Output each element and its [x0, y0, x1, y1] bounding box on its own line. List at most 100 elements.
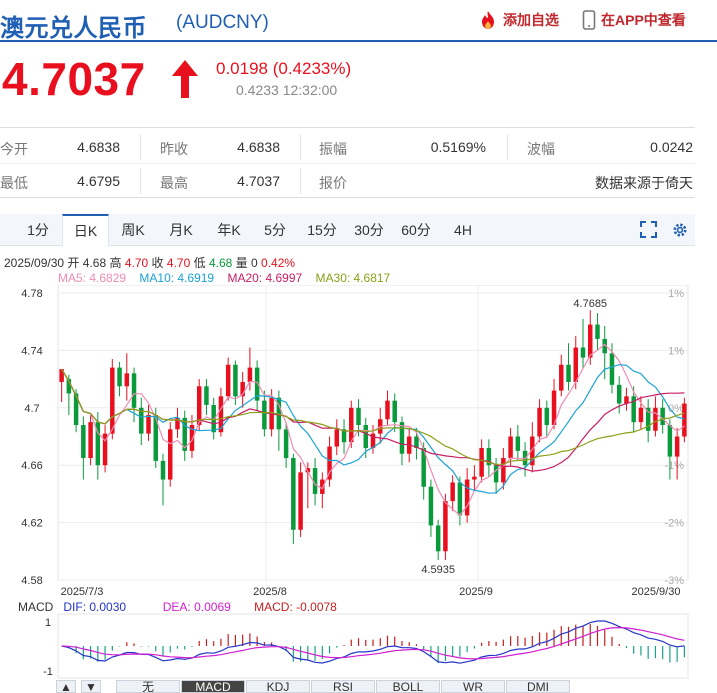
candle-body	[160, 460, 166, 480]
tab-daily[interactable]: 日K	[62, 214, 109, 246]
fullscreen-icon[interactable]	[640, 221, 657, 238]
indicator-tab-dmi[interactable]: DMI	[506, 680, 570, 693]
candle-body	[501, 458, 506, 483]
stat-divider	[300, 134, 301, 160]
stat-divider	[507, 134, 508, 160]
candle-body	[233, 364, 238, 397]
stat-value-open: 4.6838	[77, 139, 120, 155]
candle-body	[573, 347, 579, 382]
flame-icon	[482, 11, 494, 29]
pct-tick-label: -2%	[664, 518, 684, 530]
settings-gear-icon[interactable]	[671, 221, 689, 239]
candle-body	[667, 425, 673, 457]
candle-body	[653, 407, 658, 431]
ma-legend: MA5: 4.6829 MA10: 4.6919 MA20: 4.6997 MA…	[58, 271, 390, 285]
close-value: 4.70	[166, 256, 191, 270]
candle-body	[356, 407, 361, 426]
candle-body	[349, 407, 354, 443]
phone-icon	[582, 10, 596, 30]
candlestick-chart[interactable]: 4.784.744.74.664.624.58 1%1%0%-1%-2%-3% …	[0, 285, 717, 597]
candle-body	[146, 414, 151, 434]
tab-4h[interactable]: 4H	[439, 214, 487, 246]
tab-5min[interactable]: 5分	[251, 214, 299, 246]
indicator-tab-wr[interactable]: WR	[441, 680, 505, 693]
quote-time: 0.4233 12:32:00	[236, 82, 338, 98]
candle-body	[81, 425, 86, 459]
open-app-button[interactable]: 在APP中查看	[582, 10, 686, 30]
candle-body	[167, 429, 173, 480]
candle-body	[638, 407, 644, 423]
stat-value-amplitude: 0.5169%	[430, 139, 486, 155]
candle-body	[291, 458, 296, 530]
ma30-label: MA30: 4.6817	[315, 271, 391, 285]
pct-tick-label: 1%	[668, 288, 684, 300]
candle-body	[428, 486, 434, 526]
candle-body	[674, 436, 680, 457]
stat-divider	[300, 168, 301, 194]
tab-15min[interactable]: 15分	[298, 214, 346, 246]
tab-weekly[interactable]: 周K	[109, 214, 157, 246]
candle-body	[334, 429, 340, 447]
symbol-code: (AUDCNY)	[176, 12, 269, 33]
indicator-tab-boll[interactable]: BOLL	[376, 680, 440, 693]
candle-body	[609, 353, 615, 385]
tab-1min[interactable]: 1分	[14, 214, 62, 246]
macd-chart[interactable]: 1 -1	[0, 613, 717, 679]
candle-body	[559, 364, 564, 391]
period-tabs: 1分 日K 周K 月K 年K 5分 15分 30分 60分 4H	[0, 214, 695, 246]
candle-body	[204, 386, 209, 405]
indicator-tab-none[interactable]: 无	[116, 680, 180, 693]
close-label: 收	[151, 256, 164, 270]
dif-value: DIF: 0.0030	[63, 600, 127, 614]
candle-body	[320, 479, 325, 494]
arrow-up-icon	[172, 60, 198, 98]
add-watchlist-label: 添加自选	[503, 12, 559, 28]
candle-body	[544, 407, 550, 426]
pct-tick-label: -1%	[664, 460, 684, 472]
x-tick-label: 2025/8	[253, 586, 287, 597]
tab-30min[interactable]: 30分	[345, 214, 393, 246]
indicator-tab-rsi[interactable]: RSI	[311, 680, 375, 693]
y-tick-label: 4.66	[21, 460, 42, 472]
candle-body	[435, 525, 441, 552]
macd-title: MACD	[18, 600, 54, 614]
candle-body	[124, 373, 130, 387]
candle-body	[88, 422, 93, 459]
open-value: 4.68	[82, 256, 107, 270]
stat-label-open: 今开	[0, 141, 28, 157]
candle-body	[443, 501, 448, 552]
stat-value-source: 数据来源于倚天	[595, 175, 693, 191]
candle-body	[392, 400, 397, 423]
high-value: 4.70	[124, 256, 149, 270]
candle-body	[262, 400, 267, 430]
price-change: 0.0198 (0.4233%)	[216, 59, 352, 78]
y-tick-label: 4.58	[21, 575, 42, 587]
stat-value-high: 4.7037	[237, 173, 280, 189]
candle-body	[515, 436, 521, 451]
y-tick-label: 4.78	[21, 288, 42, 300]
candle-body	[298, 472, 303, 530]
tab-60min[interactable]: 60分	[392, 214, 440, 246]
add-watchlist-button[interactable]: 添加自选	[478, 10, 559, 30]
header-bar: 澳元兑人民币 (AUDCNY) 添加自选 在APP中查看	[0, 0, 717, 42]
candle-body	[616, 384, 622, 404]
candle-body	[472, 476, 477, 480]
x-tick-label: 2025/7/3	[61, 586, 104, 597]
scroll-down-button[interactable]: ▼	[81, 680, 101, 693]
candle-body	[464, 479, 470, 516]
indicator-tab-kdj[interactable]: KDJ	[246, 680, 310, 693]
tab-yearly[interactable]: 年K	[205, 214, 253, 246]
stat-divider	[140, 168, 141, 194]
stat-label-amplitude: 振幅	[319, 141, 347, 157]
candle-body	[580, 347, 586, 358]
open-app-label: 在APP中查看	[601, 12, 686, 28]
tab-monthly[interactable]: 月K	[157, 214, 205, 246]
indicator-tab-macd[interactable]: MACD	[181, 680, 245, 693]
indicator-tabs: ▲ ▼ 无 MACD KDJ RSI BOLL WR DMI	[0, 680, 717, 693]
stat-value-low: 4.6795	[77, 173, 120, 189]
scroll-up-button[interactable]: ▲	[56, 680, 76, 693]
candle-body	[587, 324, 593, 358]
candle-body	[537, 407, 542, 437]
current-price: 4.7037	[2, 53, 146, 105]
page-title: 澳元兑人民币	[0, 15, 147, 42]
